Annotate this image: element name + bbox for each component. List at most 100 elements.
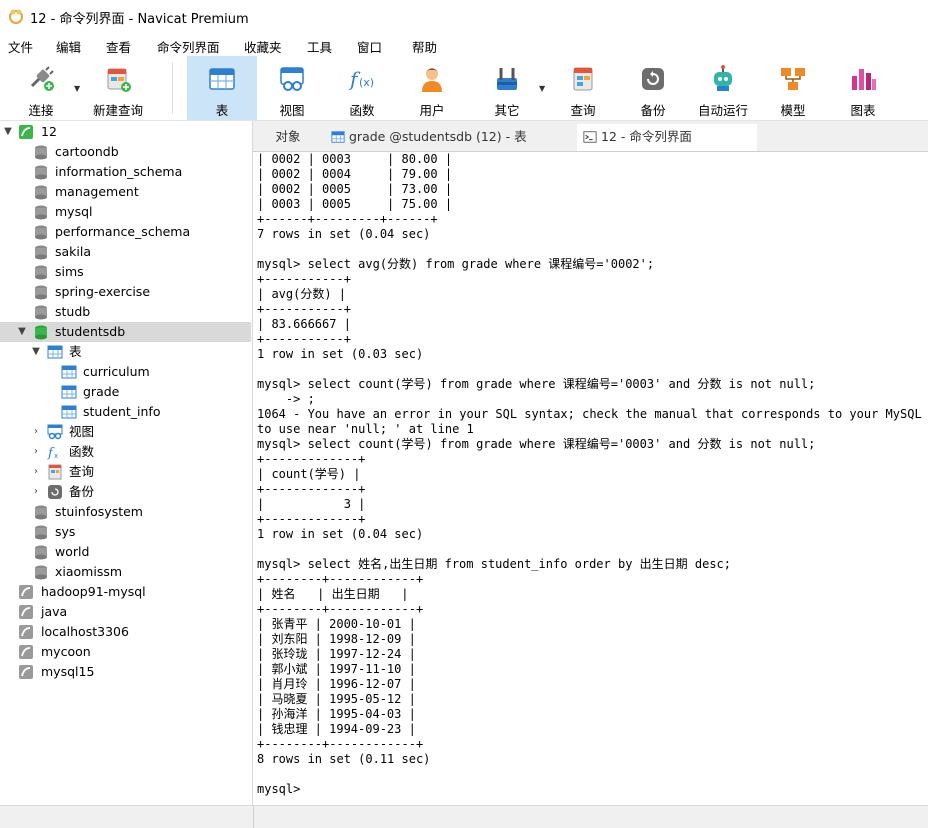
tree-db-management[interactable]: management [0,182,251,202]
connect-button[interactable]: 连接 [6,56,76,120]
view-icon [280,67,304,91]
tree-connection-mycoon[interactable]: mycoon [0,642,251,662]
status-divider [253,806,254,828]
tree-connection-12[interactable]: ▼ 12 [0,122,251,142]
backup-label: 备份 [640,103,666,118]
chevron-right-icon[interactable]: › [30,442,42,462]
mysql-connection-icon [19,625,33,639]
tree-label: sims [55,264,84,279]
function-button[interactable]: f (x) 函数 [327,56,397,120]
menu-favorites[interactable]: 收藏夹 [244,37,282,56]
new-query-button[interactable]: 新建查询 [83,56,153,120]
table-button[interactable]: 表 [187,56,257,120]
tab-console[interactable]: 12 - 命令列界面 [577,124,757,151]
tree-label: mysql [55,204,93,219]
tree-db-sys[interactable]: sys [0,522,251,542]
tab-label: 12 - 命令列界面 [601,129,692,144]
tree-db-xiaomissm[interactable]: xiaomissm [0,562,251,582]
tree-db-studb[interactable]: studb [0,302,251,322]
backup-icon [642,68,664,90]
tree-db-mysql[interactable]: mysql [0,202,251,222]
tree-db-sims[interactable]: sims [0,262,251,282]
tab-grade-table[interactable]: grade @studentsdb (12) - 表 [325,124,575,151]
menu-tools[interactable]: 工具 [307,37,332,56]
tree-db-stuinfosystem[interactable]: stuinfosystem [0,502,251,522]
tree-db-spring-exercise[interactable]: spring-exercise [0,282,251,302]
chevron-down-icon[interactable]: ▼ [2,122,14,142]
backup-icon [48,485,62,499]
chart-button[interactable]: 图表 [828,56,898,120]
menu-window[interactable]: 窗口 [357,37,382,56]
tree-label: mycoon [41,644,91,659]
chevron-right-icon[interactable]: › [30,462,42,482]
chevron-down-icon[interactable]: ▼ [74,84,80,93]
console-text[interactable]: | 0002 | 0003 | 80.00 | | 0002 | 0004 | … [253,152,928,797]
chevron-down-icon[interactable]: ▼ [30,342,42,362]
chevron-down-icon[interactable]: ▼ [16,322,28,342]
database-icon [35,145,47,160]
database-icon [35,185,47,200]
user-button[interactable]: 用户 [397,56,467,120]
tree-table-curriculum[interactable]: curriculum [0,362,251,382]
tree-folder-queries[interactable]: › 查询 [0,462,251,482]
table-icon [61,365,77,379]
model-button[interactable]: 模型 [758,56,828,120]
query-icon [48,464,62,480]
database-icon [35,525,47,540]
database-icon [35,205,47,220]
database-icon [35,545,47,560]
tree-connection-mysql15[interactable]: mysql15 [0,662,251,682]
tree-connection-localhost3306[interactable]: localhost3306 [0,622,251,642]
menu-console[interactable]: 命令列界面 [157,37,220,56]
tree-folder-functions[interactable]: › fx 函数 [0,442,251,462]
tree-label: stuinfosystem [55,504,143,519]
console-output[interactable]: | 0002 | 0003 | 80.00 | | 0002 | 0004 | … [253,152,928,805]
tree-connection-java[interactable]: java [0,602,251,622]
svg-text:(x): (x) [359,76,374,89]
database-icon [35,505,47,520]
tree-label: 函数 [69,444,95,459]
automation-button[interactable]: 自动运行 [688,56,758,120]
tree-label: information_schema [55,164,183,179]
menu-file[interactable]: 文件 [8,37,33,56]
database-icon [35,245,47,260]
query-label: 查询 [570,103,596,118]
tools-icon [497,68,517,90]
tree-label: 视图 [69,424,95,439]
tree-db-information-schema[interactable]: information_schema [0,162,251,182]
tree-label: world [55,544,90,559]
tree-folder-backups[interactable]: › 备份 [0,482,251,502]
user-icon [422,68,442,92]
database-icon [35,285,47,300]
menu-view[interactable]: 查看 [106,37,131,56]
plug-icon [30,66,54,91]
mysql-connection-icon [19,125,33,139]
tree-folder-views[interactable]: › 视图 [0,422,251,442]
tree-db-sakila[interactable]: sakila [0,242,251,262]
other-button[interactable]: 其它 [472,56,542,120]
tree-db-world[interactable]: world [0,542,251,562]
tree-db-cartoondb[interactable]: cartoondb [0,142,251,162]
tree-table-student-info[interactable]: student_info [0,402,251,422]
tree-db-studentsdb[interactable]: ▼ studentsdb [0,322,251,342]
table-icon [331,131,345,143]
tree-folder-tables[interactable]: ▼ 表 [0,342,251,362]
database-open-icon [35,325,47,340]
tree-table-grade[interactable]: grade [0,382,251,402]
tab-objects[interactable]: 对象 [253,124,323,151]
tree-connection-hadoop91-mysql[interactable]: hadoop91-mysql [0,582,251,602]
menu-edit[interactable]: 编辑 [56,37,81,56]
table-label: 表 [215,103,229,118]
view-icon [47,424,63,440]
tab-bar: 对象 grade @studentsdb (12) - 表 12 - 命令列界面 [253,121,928,152]
tree-db-performance-schema[interactable]: performance_schema [0,222,251,242]
view-button[interactable]: 视图 [257,56,327,120]
chevron-right-icon[interactable]: › [30,422,42,442]
chevron-right-icon[interactable]: › [30,482,42,502]
query-button[interactable]: 查询 [548,56,618,120]
chevron-down-icon[interactable]: ▼ [539,84,545,93]
navicat-logo-icon [9,9,23,24]
backup-button[interactable]: 备份 [618,56,688,120]
menu-help[interactable]: 帮助 [412,37,437,56]
tree-label: curriculum [83,364,150,379]
